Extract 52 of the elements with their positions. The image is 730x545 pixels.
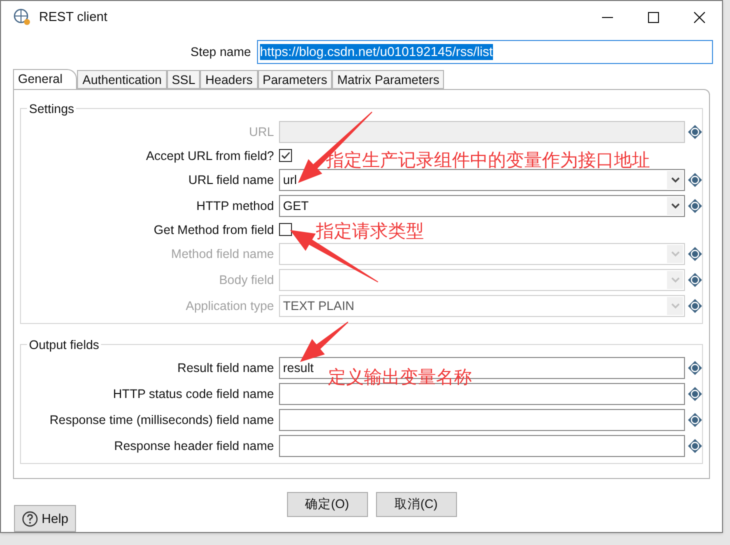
field-label: Body field xyxy=(218,272,275,289)
field-label: Application type xyxy=(184,298,275,315)
tab[interactable]: Matrix Parameters xyxy=(332,70,444,89)
tab[interactable]: Authentication xyxy=(77,70,167,89)
dialog-button[interactable]: 取消(C) xyxy=(376,492,456,518)
variable-icon xyxy=(688,246,702,261)
text-field[interactable] xyxy=(279,434,685,457)
chevron-down-icon xyxy=(670,250,680,257)
variable-icon xyxy=(688,412,702,427)
field-label: Response header field name xyxy=(113,438,275,455)
variable-icon xyxy=(688,124,702,139)
variable-icon xyxy=(688,360,702,375)
field-label: HTTP method xyxy=(195,198,275,214)
annotation-text: 指定请求类型 xyxy=(316,221,424,241)
tab[interactable]: SSL xyxy=(166,70,200,89)
variable-icon xyxy=(688,298,702,313)
dialog-button[interactable]: 确定(O) xyxy=(286,492,368,518)
field-label: URL xyxy=(248,124,275,140)
checkbox[interactable] xyxy=(279,223,292,236)
help-icon xyxy=(22,510,38,527)
dropdown-field[interactable]: url xyxy=(279,168,685,191)
chevron-down-icon xyxy=(670,176,680,183)
field-label: Accept URL from field? xyxy=(144,148,275,165)
variable-icon xyxy=(688,386,702,401)
field-label: URL field name xyxy=(187,172,275,188)
variable-icon xyxy=(688,272,702,287)
tab[interactable]: Parameters xyxy=(258,70,332,89)
window-title: REST client xyxy=(39,8,108,26)
field-label: Method field name xyxy=(170,246,275,262)
text-field[interactable]: https://blog.csdn.net/u010192145/rss/list xyxy=(257,40,713,64)
tab[interactable]: General xyxy=(13,68,78,89)
minimize-icon xyxy=(602,16,612,18)
text-field[interactable] xyxy=(279,408,685,431)
field-label: Result field name xyxy=(176,360,275,376)
chevron-down-icon xyxy=(670,302,680,309)
variable-icon xyxy=(688,172,702,187)
field-label: Response time (milliseconds) field name xyxy=(48,412,275,429)
globe-icon xyxy=(13,8,31,26)
variable-icon xyxy=(688,198,702,213)
checkbox[interactable] xyxy=(279,149,292,162)
close-icon xyxy=(694,12,704,22)
tab[interactable]: Headers xyxy=(200,70,258,89)
field-label: Step name xyxy=(190,44,252,61)
field-label: Get Method from field xyxy=(152,222,275,238)
chevron-down-icon xyxy=(670,276,680,283)
help-button[interactable]: Help xyxy=(14,505,76,532)
field-label: HTTP status code field name xyxy=(112,386,275,402)
maximize-icon xyxy=(648,12,658,22)
dropdown-field[interactable]: GET xyxy=(279,194,685,217)
variable-icon xyxy=(688,438,702,453)
chevron-down-icon xyxy=(670,202,680,209)
arrow xyxy=(300,322,348,362)
